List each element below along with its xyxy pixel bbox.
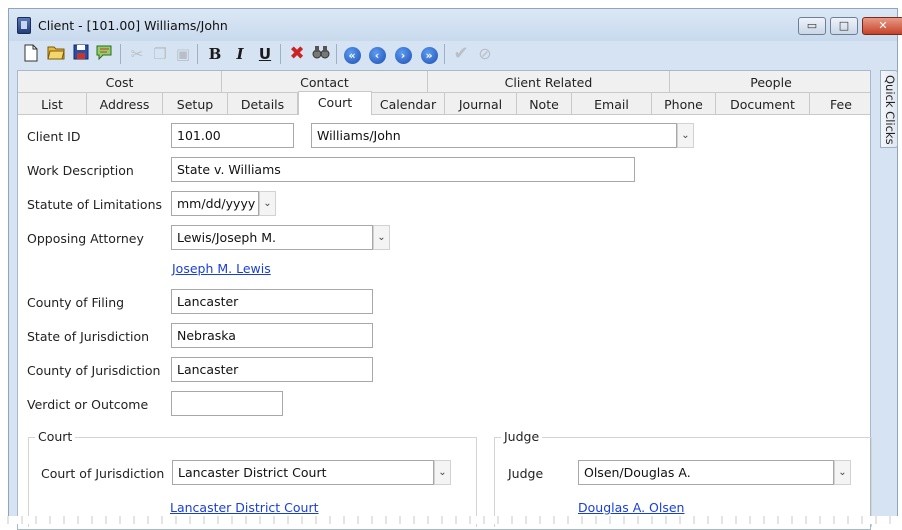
toolbar-separator (280, 44, 281, 64)
italic-icon[interactable]: I (230, 44, 250, 64)
client-id-field[interactable]: 101.00 (171, 123, 294, 148)
court-of-jurisdiction-dropdown[interactable]: ⌄ (434, 460, 451, 485)
court-group-title: Court (35, 429, 76, 444)
torn-edge (0, 516, 902, 524)
maximize-button[interactable]: □ (830, 17, 858, 35)
work-description-label: Work Description (27, 163, 134, 178)
title-bar: Client - [101.00] Williams/John ▭ □ ✕ (9, 9, 902, 41)
save-icon[interactable] (71, 44, 91, 64)
client-id-label: Client ID (27, 129, 81, 144)
judge-field[interactable]: Olsen/Douglas A. (578, 460, 834, 485)
tab-details[interactable]: Details (228, 93, 298, 115)
binoculars-icon[interactable] (311, 44, 331, 64)
state-of-jurisdiction-field[interactable]: Nebraska (171, 323, 373, 348)
court-of-jurisdiction-field[interactable]: Lancaster District Court (172, 460, 434, 485)
tab-row-groups: Cost Contact Client Related People (18, 71, 870, 93)
paste-icon[interactable]: ▣ (173, 44, 193, 64)
tab-journal[interactable]: Journal (445, 93, 517, 115)
close-button[interactable]: ✕ (862, 17, 902, 35)
cut-icon[interactable]: ✂ (127, 44, 147, 64)
opposing-attorney-dropdown[interactable]: ⌄ (373, 225, 390, 250)
open-folder-icon[interactable] (46, 44, 66, 64)
copy-icon[interactable]: ❐ (150, 44, 170, 64)
verdict-or-outcome-label: Verdict or Outcome (27, 397, 149, 412)
toolbar: ✂ ❐ ▣ B I U ✖ « ‹ › » ✔ ⊘ (9, 41, 897, 67)
minimize-button[interactable]: ▭ (798, 17, 826, 35)
client-name-field[interactable]: Williams/John (311, 123, 677, 148)
underline-icon[interactable]: U (255, 44, 275, 64)
tab-cost[interactable]: Cost (18, 71, 222, 93)
court-groupbox: Court Court of Jurisdiction Lancaster Di… (28, 429, 477, 527)
client-detail-panel: Cost Contact Client Related People List … (17, 70, 872, 530)
toolbar-separator (120, 44, 121, 64)
tab-address[interactable]: Address (87, 93, 163, 115)
statute-date-dropdown[interactable]: ⌄ (259, 191, 276, 216)
tab-fee[interactable]: Fee (810, 93, 872, 115)
cancel-icon[interactable]: ⊘ (475, 44, 495, 64)
court-of-jurisdiction-link[interactable]: Lancaster District Court (170, 500, 319, 515)
tab-client-related[interactable]: Client Related (428, 71, 670, 93)
toolbar-separator (197, 44, 198, 64)
tab-document[interactable]: Document (716, 93, 810, 115)
judge-dropdown[interactable]: ⌄ (834, 460, 851, 485)
previous-record-icon[interactable]: ‹ (367, 44, 387, 64)
county-of-filing-field[interactable]: Lancaster (171, 289, 373, 314)
tab-row-pages: List Address Setup Details Court Calenda… (18, 91, 872, 115)
first-record-icon[interactable]: « (342, 44, 362, 64)
county-of-filing-label: County of Filing (27, 295, 125, 310)
bold-icon[interactable]: B (205, 44, 225, 64)
work-description-field[interactable]: State v. Williams (171, 157, 635, 182)
county-of-jurisdiction-field[interactable]: Lancaster (171, 357, 373, 382)
tab-setup[interactable]: Setup (163, 93, 228, 115)
tab-contact[interactable]: Contact (222, 71, 428, 93)
tab-people[interactable]: People (670, 71, 872, 93)
judge-link[interactable]: Douglas A. Olsen (578, 500, 684, 515)
judge-group-title: Judge (501, 429, 543, 444)
toolbar-separator (336, 44, 337, 64)
tab-email[interactable]: Email (572, 93, 652, 115)
opposing-attorney-label: Opposing Attorney (27, 231, 144, 246)
window-title: Client - [101.00] Williams/John (38, 18, 228, 33)
verdict-or-outcome-field[interactable] (171, 391, 283, 416)
tab-note[interactable]: Note (517, 93, 572, 115)
tab-calendar[interactable]: Calendar (372, 93, 445, 115)
tab-court[interactable]: Court (298, 91, 372, 115)
court-of-jurisdiction-label: Court of Jurisdiction (41, 466, 165, 481)
statute-of-limitations-field[interactable]: mm/dd/yyyy (171, 191, 259, 216)
state-of-jurisdiction-label: State of Jurisdiction (27, 329, 150, 344)
client-name-dropdown[interactable]: ⌄ (677, 123, 694, 148)
opposing-attorney-link[interactable]: Joseph M. Lewis (172, 261, 271, 276)
statute-of-limitations-label: Statute of Limitations (27, 197, 163, 212)
new-document-icon[interactable] (21, 44, 41, 64)
quick-clicks-tab[interactable]: Quick Clicks (880, 70, 898, 148)
judge-label: Judge (508, 466, 544, 481)
app-icon (17, 17, 31, 34)
delete-icon[interactable]: ✖ (287, 44, 307, 64)
county-of-jurisdiction-label: County of Jurisdiction (27, 363, 161, 378)
last-record-icon[interactable]: » (419, 44, 439, 64)
quick-clicks-label: Quick Clicks (883, 75, 897, 145)
check-icon[interactable]: ✔ (451, 44, 471, 64)
tab-phone[interactable]: Phone (652, 93, 716, 115)
next-record-icon[interactable]: › (393, 44, 413, 64)
toolbar-separator (444, 44, 445, 64)
tab-list[interactable]: List (18, 93, 87, 115)
opposing-attorney-field[interactable]: Lewis/Joseph M. (171, 225, 373, 250)
comment-icon[interactable] (95, 44, 115, 64)
judge-groupbox: Judge Judge Olsen/Douglas A. ⌄ Douglas A… (494, 429, 872, 527)
